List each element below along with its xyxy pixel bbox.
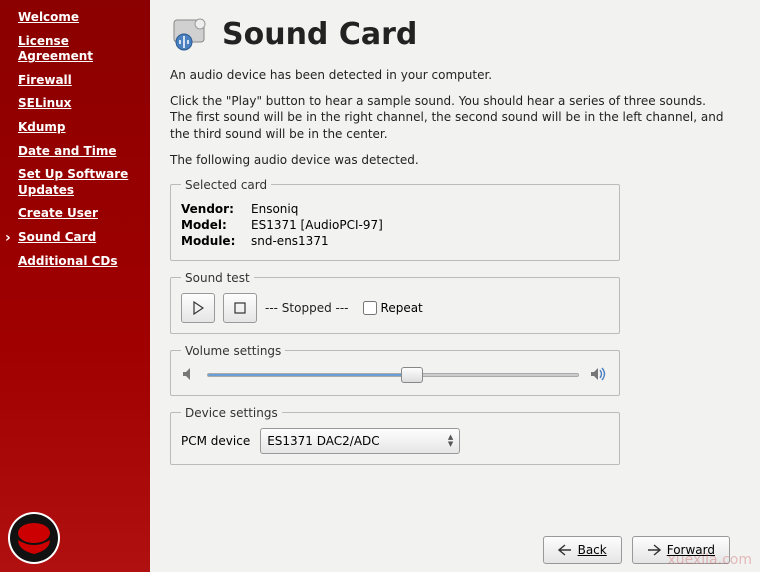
vendor-label: Vendor: bbox=[181, 202, 251, 216]
selected-card-legend: Selected card bbox=[181, 178, 271, 192]
repeat-checkbox-wrap[interactable]: Repeat bbox=[363, 301, 423, 315]
repeat-checkbox[interactable] bbox=[363, 301, 377, 315]
back-button[interactable]: Back bbox=[543, 536, 622, 564]
model-value: ES1371 [AudioPCI-97] bbox=[251, 218, 609, 232]
sound-test-legend: Sound test bbox=[181, 271, 254, 285]
volume-high-icon bbox=[589, 366, 609, 385]
forward-label: Forward bbox=[667, 543, 715, 557]
page-title: Sound Card bbox=[222, 17, 417, 52]
volume-slider-fill bbox=[208, 374, 412, 376]
sidebar-item-welcome[interactable]: Welcome bbox=[0, 6, 150, 30]
back-label: Back bbox=[578, 543, 607, 557]
play-button[interactable] bbox=[181, 293, 215, 323]
sidebar-item-sound-card[interactable]: Sound Card bbox=[0, 226, 150, 250]
repeat-label: Repeat bbox=[381, 301, 423, 315]
vendor-value: Ensoniq bbox=[251, 202, 609, 216]
sound-test-group: Sound test --- Stopped --- Repeat bbox=[170, 271, 620, 334]
module-value: snd-ens1371 bbox=[251, 234, 609, 248]
description-line-2: Click the "Play" button to hear a sample… bbox=[170, 93, 730, 142]
module-label: Module: bbox=[181, 234, 251, 248]
description-line-1: An audio device has been detected in you… bbox=[170, 67, 730, 83]
description-line-3: The following audio device was detected. bbox=[170, 152, 730, 168]
volume-settings-group: Volume settings bbox=[170, 344, 620, 396]
sidebar-item-create-user[interactable]: Create User bbox=[0, 202, 150, 226]
footer-nav: Back Forward bbox=[170, 528, 730, 564]
device-settings-group: Device settings PCM device ES1371 DAC2/A… bbox=[170, 406, 620, 465]
combo-arrows-icon: ▲▼ bbox=[448, 434, 453, 448]
selected-card-group: Selected card Vendor: Ensoniq Model: ES1… bbox=[170, 178, 620, 261]
stop-button[interactable] bbox=[223, 293, 257, 323]
sidebar-item-date-time[interactable]: Date and Time bbox=[0, 140, 150, 164]
sidebar-item-additional-cds[interactable]: Additional CDs bbox=[0, 250, 150, 274]
model-label: Model: bbox=[181, 218, 251, 232]
sidebar: Welcome License Agreement Firewall SELin… bbox=[0, 0, 150, 572]
forward-button[interactable]: Forward bbox=[632, 536, 730, 564]
sidebar-item-license[interactable]: License Agreement bbox=[0, 30, 150, 69]
page-header: Sound Card bbox=[170, 12, 730, 57]
redhat-logo-icon bbox=[6, 510, 62, 566]
main-content: Sound Card An audio device has been dete… bbox=[150, 0, 760, 572]
volume-legend: Volume settings bbox=[181, 344, 285, 358]
stop-icon bbox=[234, 302, 246, 314]
sidebar-item-software-updates[interactable]: Set Up Software Updates bbox=[0, 163, 150, 202]
arrow-left-icon bbox=[558, 544, 572, 556]
sidebar-item-kdump[interactable]: Kdump bbox=[0, 116, 150, 140]
sound-test-status: --- Stopped --- bbox=[265, 301, 349, 315]
volume-slider[interactable] bbox=[207, 373, 579, 377]
pcm-device-combo[interactable]: ES1371 DAC2/ADC ▲▼ bbox=[260, 428, 460, 454]
play-icon bbox=[192, 301, 204, 315]
device-legend: Device settings bbox=[181, 406, 282, 420]
pcm-device-value: ES1371 DAC2/ADC bbox=[267, 434, 379, 448]
volume-low-icon bbox=[181, 366, 197, 385]
arrow-right-icon bbox=[647, 544, 661, 556]
sidebar-item-firewall[interactable]: Firewall bbox=[0, 69, 150, 93]
volume-slider-thumb[interactable] bbox=[401, 367, 423, 383]
sound-card-icon bbox=[170, 12, 212, 57]
pcm-device-label: PCM device bbox=[181, 434, 250, 448]
sidebar-item-selinux[interactable]: SELinux bbox=[0, 92, 150, 116]
